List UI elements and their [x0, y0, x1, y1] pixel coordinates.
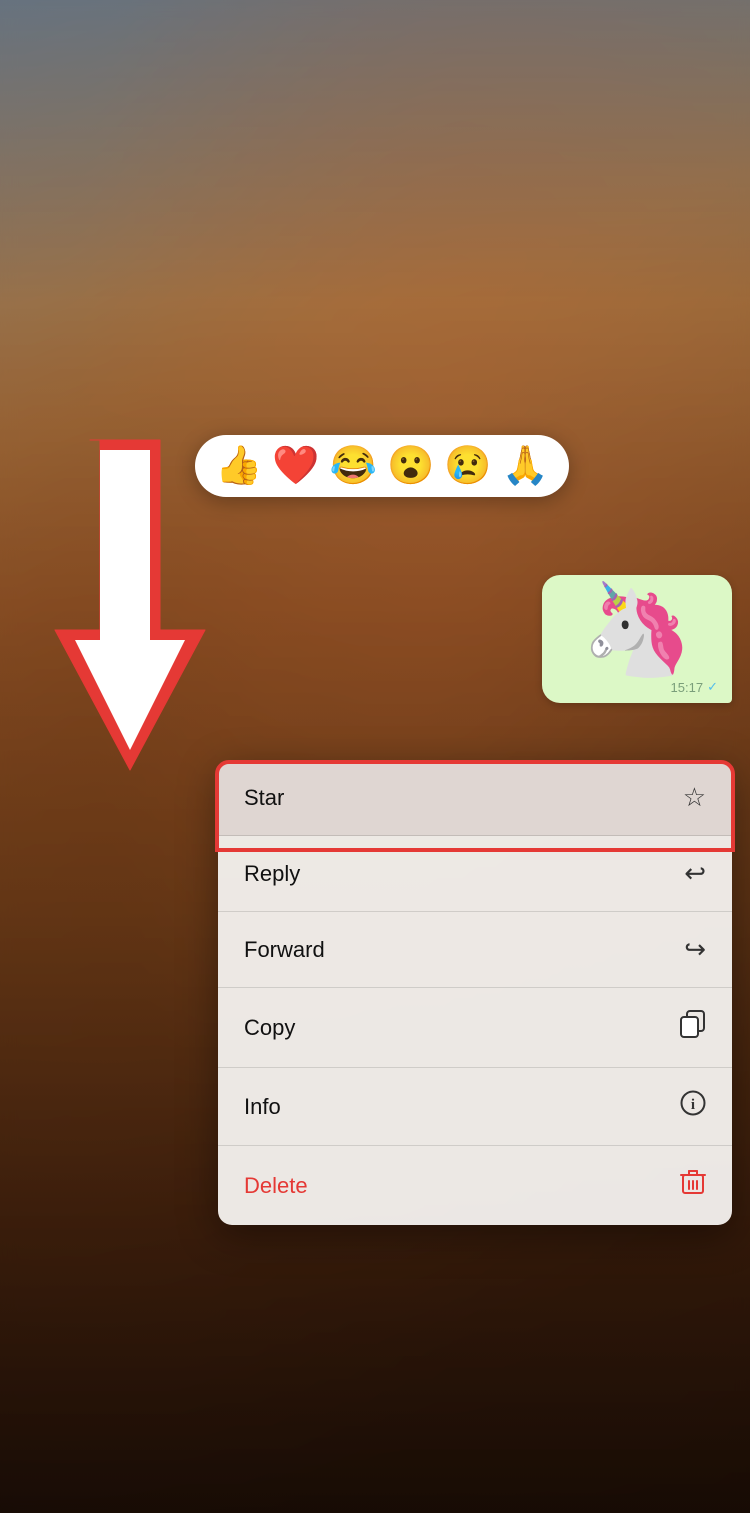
forward-icon: ↪ — [684, 934, 706, 965]
red-arrow — [30, 430, 250, 810]
info-icon: i — [680, 1090, 706, 1123]
emoji-reaction-bar[interactable]: 👍 ❤️ 😂 😮 😢 🙏 — [195, 435, 569, 497]
menu-item-star[interactable]: Star ☆ — [218, 760, 732, 836]
reply-label: Reply — [244, 861, 300, 887]
checkmark-icon: ✓ — [707, 679, 718, 695]
reply-icon: ↩ — [684, 858, 706, 889]
laugh-emoji[interactable]: 😂 — [330, 447, 377, 485]
menu-item-info[interactable]: Info i — [218, 1068, 732, 1146]
menu-item-forward[interactable]: Forward ↪ — [218, 912, 732, 988]
menu-item-copy[interactable]: Copy — [218, 988, 732, 1068]
delete-icon — [680, 1168, 706, 1203]
info-label: Info — [244, 1094, 281, 1120]
surprised-emoji[interactable]: 😮 — [387, 447, 434, 485]
context-menu: Star ☆ Reply ↩ Forward ↪ Copy Info i Del… — [218, 760, 732, 1225]
pray-emoji[interactable]: 🙏 — [502, 447, 549, 485]
bubble-content: 🦄 — [556, 585, 718, 675]
message-bubble: 🦄 15:17 ✓ — [542, 575, 732, 703]
star-icon: ☆ — [683, 782, 706, 813]
copy-label: Copy — [244, 1015, 295, 1041]
menu-item-delete[interactable]: Delete — [218, 1146, 732, 1225]
cry-emoji[interactable]: 😢 — [444, 447, 491, 485]
copy-icon — [680, 1010, 706, 1045]
delete-label: Delete — [244, 1173, 308, 1199]
star-label: Star — [244, 785, 284, 811]
message-time: 15:17 ✓ — [671, 679, 718, 695]
heart-emoji[interactable]: ❤️ — [272, 447, 319, 485]
forward-label: Forward — [244, 937, 325, 963]
menu-item-reply[interactable]: Reply ↩ — [218, 836, 732, 912]
svg-text:i: i — [691, 1097, 695, 1113]
